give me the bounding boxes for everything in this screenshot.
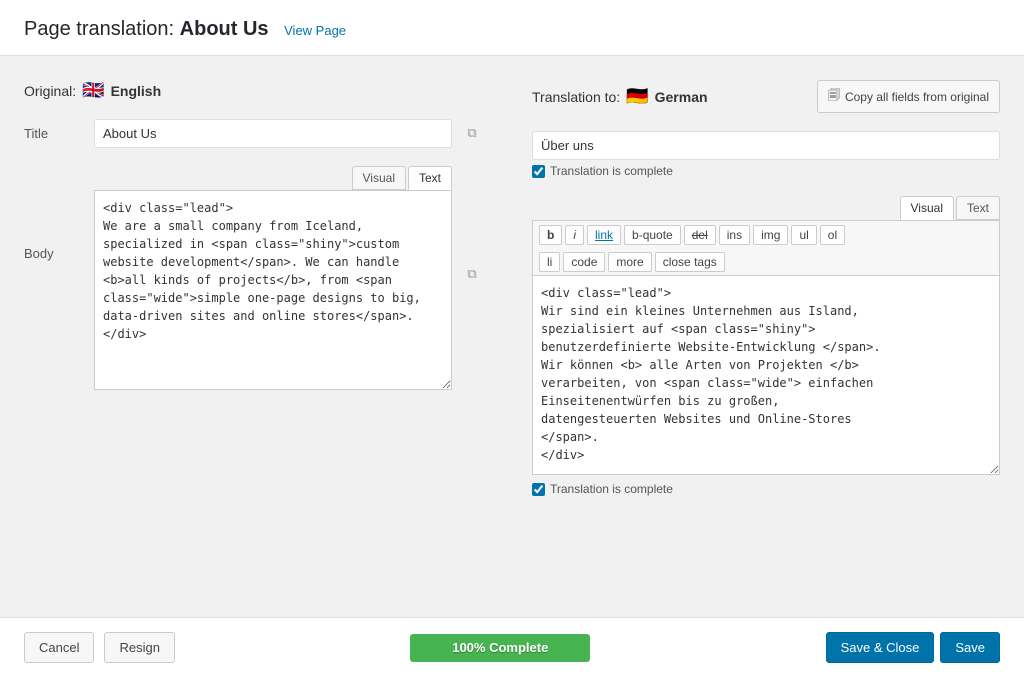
translation-editor-toolbar: b i link b-quote del ins img ul ol: [532, 220, 1000, 249]
english-flag: 🇬🇧: [82, 80, 104, 101]
body-translation-complete-checkbox[interactable]: [532, 483, 545, 496]
translation-title-row: Translation is complete: [532, 131, 1000, 178]
body-copy-icon[interactable]: ⧉: [452, 166, 492, 282]
title-translation-complete-row: Translation is complete: [532, 164, 1000, 178]
page-title-name: About Us: [180, 18, 269, 40]
cancel-button[interactable]: Cancel: [24, 632, 94, 663]
page-title: Page translation: About Us View Page: [24, 18, 1000, 41]
copy-all-fields-label: Copy all fields from original: [845, 90, 989, 104]
original-title-input[interactable]: [94, 119, 452, 148]
original-editor-tabs: Visual Text: [94, 166, 452, 190]
page-header: Page translation: About Us View Page: [0, 0, 1024, 56]
body-translation-complete-label: Translation is complete: [550, 482, 673, 496]
toolbar-ins-btn[interactable]: ins: [719, 225, 750, 245]
title-translation-complete-checkbox[interactable]: [532, 165, 545, 178]
progress-label: 100% Complete: [410, 634, 590, 662]
translation-editor-toolbar-row2: li code more close tags: [532, 249, 1000, 275]
page-title-prefix: Page translation:: [24, 18, 174, 40]
toolbar-code-btn[interactable]: code: [563, 252, 605, 272]
original-title-input-wrapper: [94, 119, 452, 148]
body-label: Body: [24, 166, 94, 261]
original-body-row: Body Visual Text ⧉: [24, 166, 492, 393]
save-buttons: Save & Close Save: [826, 632, 1000, 663]
body-translation-complete-row: Translation is complete: [532, 482, 1000, 496]
original-column-header: Original: 🇬🇧 English: [24, 80, 492, 101]
original-header-prefix: Original:: [24, 83, 76, 99]
original-text-tab[interactable]: Text: [408, 166, 452, 190]
toolbar-close-tags-btn[interactable]: close tags: [655, 252, 725, 272]
progress-bar: 100% Complete: [410, 634, 590, 662]
translation-body-textarea[interactable]: [532, 275, 1000, 475]
save-close-button[interactable]: Save & Close: [826, 632, 935, 663]
translation-language: German: [655, 89, 708, 105]
title-copy-icon[interactable]: ⧉: [452, 119, 492, 141]
save-button[interactable]: Save: [940, 632, 1000, 663]
toolbar-more-btn[interactable]: more: [608, 252, 651, 272]
toolbar-ul-btn[interactable]: ul: [791, 225, 816, 245]
toolbar-link-btn[interactable]: link: [587, 225, 621, 245]
original-title-row: Title ⧉: [24, 119, 492, 148]
view-page-link[interactable]: View Page: [284, 23, 346, 38]
translation-visual-tab[interactable]: Visual: [900, 196, 954, 220]
translation-text-tab[interactable]: Text: [956, 196, 1000, 220]
toolbar-li-btn[interactable]: li: [539, 252, 560, 272]
toolbar-del-btn[interactable]: del: [684, 225, 716, 245]
footer: Cancel Resign 100% Complete Save & Close…: [0, 617, 1024, 677]
progress-wrapper: 100% Complete: [185, 634, 816, 662]
title-translation-complete-label: Translation is complete: [550, 164, 673, 178]
translation-title-input[interactable]: [532, 131, 1000, 160]
title-label: Title: [24, 119, 94, 141]
original-body-wrapper: Visual Text: [94, 166, 452, 393]
resign-button[interactable]: Resign: [104, 632, 174, 663]
toolbar-bquote-btn[interactable]: b-quote: [624, 225, 681, 245]
original-column: Original: 🇬🇧 English Title ⧉ Body Visual: [24, 80, 522, 593]
toolbar-ol-btn[interactable]: ol: [820, 225, 845, 245]
translation-body-row: Visual Text b i link b-quote del ins img…: [532, 196, 1000, 496]
copy-all-fields-button[interactable]: 🗐 Copy all fields from original: [817, 80, 1000, 113]
translation-editor-tabs: Visual Text: [532, 196, 1000, 220]
toolbar-italic-btn[interactable]: i: [565, 225, 584, 245]
main-content: Original: 🇬🇧 English Title ⧉ Body Visual: [0, 56, 1024, 593]
german-flag: 🇩🇪: [626, 86, 648, 107]
original-body-textarea[interactable]: [94, 190, 452, 390]
toolbar-img-btn[interactable]: img: [753, 225, 788, 245]
toolbar-bold-btn[interactable]: b: [539, 225, 562, 245]
copy-doc-icon: 🗐: [828, 86, 840, 107]
original-visual-tab[interactable]: Visual: [352, 166, 406, 190]
translation-column: Translation to: 🇩🇪 German 🗐 Copy all fie…: [522, 80, 1000, 593]
translation-body-content: Visual Text b i link b-quote del ins img…: [532, 196, 1000, 496]
translation-column-header: Translation to: 🇩🇪 German 🗐 Copy all fie…: [532, 80, 1000, 113]
translation-header-prefix: Translation to:: [532, 89, 620, 105]
original-language: English: [111, 83, 162, 99]
translation-title-content: Translation is complete: [532, 131, 1000, 178]
page-wrapper: Page translation: About Us View Page Ori…: [0, 0, 1024, 677]
